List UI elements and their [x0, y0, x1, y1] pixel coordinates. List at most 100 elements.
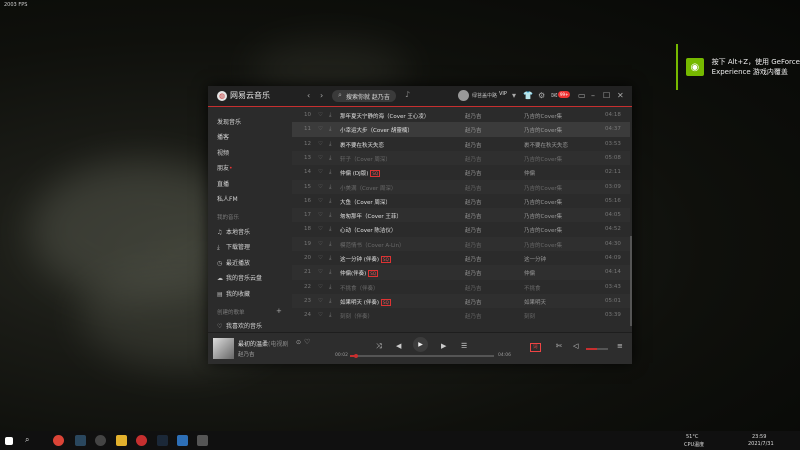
folder-icon[interactable]: [116, 435, 127, 446]
song-album[interactable]: 不挑食: [524, 284, 541, 292]
song-artist[interactable]: 赵乃吉: [465, 198, 482, 206]
download-icon[interactable]: ⤓: [329, 226, 331, 233]
download-icon[interactable]: ⤓: [329, 198, 331, 205]
download-icon[interactable]: ⤓: [329, 155, 331, 162]
like-heart-icon[interactable]: ♡: [318, 155, 323, 161]
song-artist[interactable]: 赵乃吉: [465, 255, 482, 263]
download-icon[interactable]: ⤓: [329, 298, 331, 305]
now-playing-artist[interactable]: 赵乃吉: [238, 350, 255, 358]
scrollbar[interactable]: [630, 236, 632, 326]
song-album[interactable]: 如果明天: [524, 298, 546, 306]
avatar[interactable]: [458, 90, 469, 101]
back-arrow-icon[interactable]: ‹: [307, 91, 310, 100]
add-playlist-icon[interactable]: +: [276, 307, 282, 315]
like-heart-icon[interactable]: ♡: [304, 338, 310, 346]
like-heart-icon[interactable]: ♡: [318, 241, 323, 247]
download-icon[interactable]: ⤓: [329, 255, 331, 262]
like-heart-icon[interactable]: ♡: [318, 112, 323, 118]
like-heart-icon[interactable]: ♡: [318, 298, 323, 304]
sidebar-item-video[interactable]: 视频: [217, 148, 229, 157]
song-album[interactable]: 乃吉的Cover集: [524, 112, 562, 120]
song-row[interactable]: 14 ♡ ⤓ 仲偏 (DJ版) SQ 赵乃吉 仲偏 02:11: [292, 165, 630, 179]
effects-icon[interactable]: ✄: [556, 342, 562, 350]
download-icon[interactable]: ⤓: [329, 269, 331, 276]
download-icon[interactable]: ⤓: [329, 312, 331, 319]
browser-icon[interactable]: [177, 435, 188, 446]
sidebar-item-recent[interactable]: ◷ 最近播放: [217, 258, 250, 267]
close-icon[interactable]: ✕: [617, 91, 624, 100]
like-heart-icon[interactable]: ♡: [318, 126, 323, 132]
song-artist[interactable]: 赵乃吉: [465, 141, 482, 149]
sidebar-item-collection[interactable]: ▤ 我的收藏: [217, 289, 250, 298]
app2-icon[interactable]: [197, 435, 208, 446]
like-heart-icon[interactable]: ♡: [318, 255, 323, 261]
mini-mode-icon[interactable]: ▭: [578, 91, 586, 100]
netease-music-icon[interactable]: [136, 435, 147, 446]
voice-search-icon[interactable]: ♪: [405, 90, 410, 99]
song-artist[interactable]: 赵乃吉: [465, 298, 482, 306]
download-icon[interactable]: ⤓: [329, 169, 331, 176]
song-artist[interactable]: 赵乃吉: [465, 284, 482, 292]
song-album[interactable]: 乃吉的Cover集: [524, 126, 562, 134]
song-row[interactable]: 20 ♡ ⤓ 这一分钟 (伴奏) SQ 赵乃吉 这一分钟 04:09: [292, 251, 630, 265]
song-album[interactable]: 乃吉的Cover集: [524, 184, 562, 192]
sidebar-item-friends[interactable]: 朋友•: [217, 163, 233, 172]
skin-icon[interactable]: 👕: [523, 91, 533, 100]
sidebar-item-discover[interactable]: 发现音乐: [217, 117, 241, 126]
like-heart-icon[interactable]: ♡: [318, 169, 323, 175]
song-album[interactable]: 乃吉的Cover集: [524, 198, 562, 206]
song-row[interactable]: 10 ♡ ⤓ 那年夏天宁静的海（Cover 王心凌） 赵乃吉 乃吉的Cover集 04:18: [292, 108, 630, 122]
like-heart-icon[interactable]: ♡: [318, 312, 323, 318]
search-input[interactable]: ⌕ 搜索你就 赵乃吉: [332, 90, 396, 102]
chrome-icon[interactable]: [53, 435, 64, 446]
previous-icon[interactable]: ◀: [396, 342, 401, 350]
download-icon[interactable]: ⤓: [329, 284, 331, 291]
settings-gear-icon[interactable]: ⚙: [538, 91, 545, 100]
volume-slider[interactable]: [586, 348, 608, 350]
play-button[interactable]: ▶: [413, 337, 428, 352]
album-cover[interactable]: [213, 338, 234, 359]
app-icon[interactable]: [95, 435, 106, 446]
sidebar-item-podcast[interactable]: 播客: [217, 132, 229, 141]
song-album[interactable]: 乃吉的Cover集: [524, 226, 562, 234]
download-icon[interactable]: ⤓: [329, 184, 331, 191]
progress-bar[interactable]: [350, 353, 494, 358]
lyric-button[interactable]: 词: [530, 343, 541, 352]
queue-list-icon[interactable]: ≡: [617, 342, 623, 350]
song-album[interactable]: 乃吉的Cover集: [524, 212, 562, 220]
clock-time[interactable]: 23:59: [752, 434, 766, 440]
dropdown-icon[interactable]: ▾: [512, 91, 516, 100]
message-icon[interactable]: ✉: [551, 91, 558, 100]
progress-knob[interactable]: [353, 353, 358, 358]
download-icon[interactable]: ⤓: [329, 141, 331, 148]
sidebar-item-cloud[interactable]: ☁ 我的音乐云盘: [217, 273, 262, 282]
song-artist[interactable]: 赵乃吉: [465, 241, 482, 249]
steam-client-icon[interactable]: [157, 435, 168, 446]
search-icon[interactable]: ⌕: [25, 435, 36, 446]
song-album[interactable]: 刻刻: [524, 312, 535, 320]
download-icon[interactable]: ⤓: [329, 112, 331, 119]
song-artist[interactable]: 赵乃吉: [465, 155, 482, 163]
like-heart-icon[interactable]: ♡: [318, 284, 323, 290]
vip-badge[interactable]: VIP: [499, 91, 507, 97]
like-heart-icon[interactable]: ♡: [318, 212, 323, 218]
like-heart-icon[interactable]: ♡: [318, 184, 323, 190]
song-row[interactable]: 19 ♡ ⤓ 模范情书（Cover A-Lin） 赵乃吉 乃吉的Cover集 04:30: [292, 236, 630, 251]
shuffle-icon[interactable]: ⤨: [376, 342, 382, 351]
song-row[interactable]: 15 ♡ ⤓ 小美满（Cover 周深） 赵乃吉 乃吉的Cover集 03:09: [292, 179, 630, 194]
download-icon[interactable]: ⤓: [329, 241, 331, 248]
now-playing-title[interactable]: 最初的温柔(电视剧: [238, 339, 288, 348]
song-album[interactable]: 仲偏: [524, 269, 535, 277]
song-row[interactable]: 21 ♡ ⤓ 仲偏(伴奏) SQ 赵乃吉 仲偏 04:14: [292, 265, 630, 280]
song-row[interactable]: 12 ♡ ⤓ 裹不要在秋天失恋 赵乃吉 裹不要在秋天失恋 03:53: [292, 137, 630, 151]
download-icon[interactable]: ⤓: [329, 126, 331, 133]
volume-icon[interactable]: ◁: [573, 342, 578, 350]
geforce-notification[interactable]: ◉ 按下 Alt+Z，使用 GeForce Experience 游戏内覆盖: [676, 44, 800, 90]
like-heart-icon[interactable]: ♡: [318, 141, 323, 147]
song-row[interactable]: 17 ♡ ⤓ 匆匆那年（Cover 王菲） 赵乃吉 乃吉的Cover集 04:05: [292, 208, 630, 223]
sidebar-item-downloads[interactable]: ⤓ 下载管理: [217, 242, 250, 252]
song-row[interactable]: 16 ♡ ⤓ 大鱼（Cover 周深） 赵乃吉 乃吉的Cover集 05:16: [292, 194, 630, 208]
song-artist[interactable]: 赵乃吉: [465, 312, 482, 320]
playlist-queue-icon[interactable]: ☰: [461, 342, 467, 350]
song-artist[interactable]: 赵乃吉: [465, 226, 482, 234]
